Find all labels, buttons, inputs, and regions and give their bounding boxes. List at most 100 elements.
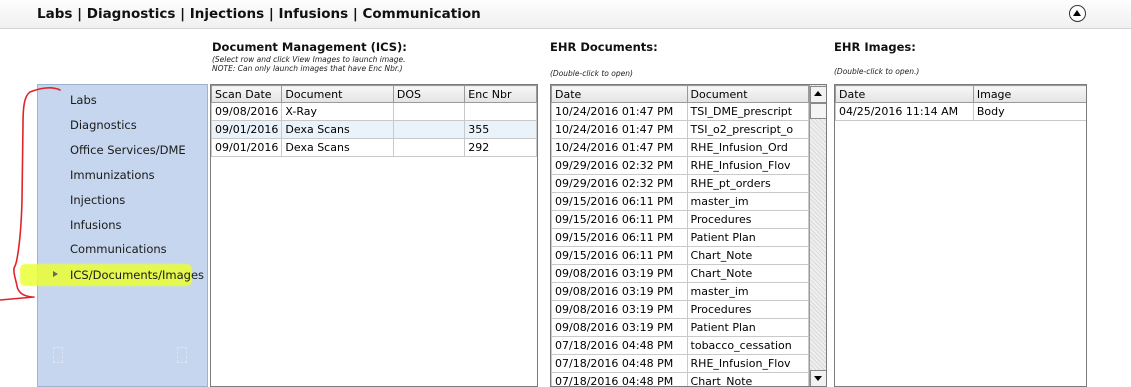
cell-enc-nbr <box>464 102 537 121</box>
table-row[interactable]: 09/15/2016 06:11 PM master_im <box>551 192 810 211</box>
cell-document: Patient Plan <box>686 318 810 337</box>
table-row[interactable]: 09/01/2016 Dexa Scans 292 <box>211 138 537 157</box>
cell-document: master_im <box>686 282 810 301</box>
cell-date: 07/18/2016 04:48 PM <box>551 372 688 386</box>
column-header-dos[interactable]: DOS <box>392 85 466 103</box>
column-header-date[interactable]: Date <box>551 85 688 103</box>
cell-document: tobacco_cessation <box>686 336 810 355</box>
arrow-down-icon <box>814 376 822 381</box>
cell-date: 09/15/2016 06:11 PM <box>551 228 688 247</box>
cell-dos <box>392 102 466 121</box>
table-row[interactable]: 07/18/2016 04:48 PM tobacco_cessation <box>551 336 810 355</box>
cell-date: 10/24/2016 01:47 PM <box>551 138 688 157</box>
cell-document: RHE_Infusion_Flov <box>686 156 810 175</box>
column-header-date[interactable]: Date <box>835 85 974 103</box>
ehr-images-grid: Date Image 04/25/2016 11:14 AM Body <box>834 84 1087 387</box>
cell-image: Body <box>972 102 1086 121</box>
cell-date: 09/08/2016 03:19 PM <box>551 282 688 301</box>
column-header-document[interactable]: Document <box>686 85 810 103</box>
cell-date: 09/15/2016 06:11 PM <box>551 210 688 229</box>
cell-date: 04/25/2016 11:14 AM <box>835 102 974 121</box>
ics-note-line2: NOTE: Can only launch images that have E… <box>212 64 403 73</box>
collapse-button[interactable] <box>1069 5 1086 22</box>
cell-enc-nbr: 292 <box>464 138 537 157</box>
cell-scan-date: 09/01/2016 <box>211 120 283 139</box>
cell-document: RHE_pt_orders <box>686 174 810 193</box>
table-row[interactable]: 09/08/2016 X-Ray <box>211 102 537 121</box>
cell-date: 09/08/2016 03:19 PM <box>551 300 688 319</box>
scroll-up-button[interactable] <box>810 86 826 103</box>
cell-document: Procedures <box>686 300 810 319</box>
cell-document: Procedures <box>686 210 810 229</box>
table-row[interactable]: 09/29/2016 02:32 PM RHE_pt_orders <box>551 174 810 193</box>
cell-document: Dexa Scans <box>281 138 394 157</box>
cell-document: Chart_Note <box>686 372 810 386</box>
cell-document: X-Ray <box>281 102 394 121</box>
header-bar: Labs | Diagnostics | Injections | Infusi… <box>0 0 1131 29</box>
cell-scan-date: 09/01/2016 <box>211 138 283 157</box>
cell-document: master_im <box>686 192 810 211</box>
cell-date: 09/29/2016 02:32 PM <box>551 174 688 193</box>
cell-scan-date: 09/08/2016 <box>211 102 283 121</box>
table-row[interactable]: 09/08/2016 03:19 PM master_im <box>551 282 810 301</box>
table-row[interactable]: 07/18/2016 04:48 PM Chart_Note <box>551 372 810 386</box>
table-row[interactable]: 09/15/2016 06:11 PM Patient Plan <box>551 228 810 247</box>
cell-document: Chart_Note <box>686 246 810 265</box>
ics-document-grid: Scan Date Document DOS Enc Nbr 09/08/201… <box>210 84 538 387</box>
ehr-documents-grid: Date Document 10/24/2016 01:47 PM TSI_DME… <box>550 84 827 387</box>
ehr-images-title: EHR Images: <box>834 40 916 54</box>
cell-date: 10/24/2016 01:47 PM <box>551 120 688 139</box>
table-row[interactable]: 09/01/2016 Dexa Scans 355 <box>211 120 537 139</box>
cell-enc-nbr: 355 <box>464 120 537 139</box>
column-header-document[interactable]: Document <box>281 85 394 103</box>
column-header-enc-nbr[interactable]: Enc Nbr <box>464 85 537 103</box>
cell-date: 09/15/2016 06:11 PM <box>551 192 688 211</box>
cell-date: 07/18/2016 04:48 PM <box>551 354 688 373</box>
table-row[interactable]: 10/24/2016 01:47 PM TSI_DME_prescript <box>551 102 810 121</box>
cell-document: Chart_Note <box>686 264 810 283</box>
table-row[interactable]: 10/24/2016 01:47 PM RHE_Infusion_Ord <box>551 138 810 157</box>
ehr-documents-note: (Double-click to open) <box>550 69 633 78</box>
cell-document: Dexa Scans <box>281 120 394 139</box>
sidebar-item-communications[interactable]: Communications <box>70 241 167 257</box>
scroll-down-button[interactable] <box>810 370 826 386</box>
table-row[interactable]: 09/08/2016 03:19 PM Chart_Note <box>551 264 810 283</box>
column-header-image[interactable]: Image <box>972 85 1086 103</box>
table-row[interactable]: 09/08/2016 03:19 PM Procedures <box>551 300 810 319</box>
column-header-scan-date[interactable]: Scan Date <box>211 85 283 103</box>
cell-dos <box>392 120 466 139</box>
sidebar-item-diagnostics[interactable]: Diagnostics <box>70 117 137 133</box>
cell-document: TSI_DME_prescript <box>686 102 810 121</box>
cell-date: 09/29/2016 02:32 PM <box>551 156 688 175</box>
cell-date: 09/08/2016 03:19 PM <box>551 318 688 337</box>
cell-dos <box>392 138 466 157</box>
table-row[interactable]: 09/15/2016 06:11 PM Procedures <box>551 210 810 229</box>
cell-document: TSI_o2_prescript_o <box>686 120 810 139</box>
ics-section-title: Document Management (ICS): <box>212 40 407 54</box>
red-annotation-bracket <box>0 87 61 301</box>
cell-date: 09/15/2016 06:11 PM <box>551 246 688 265</box>
table-row[interactable]: 09/29/2016 02:32 PM RHE_Infusion_Flov <box>551 156 810 175</box>
ehr-images-note: (Double-click to open.) <box>834 67 920 76</box>
sidebar-item-immunizations[interactable]: Immunizations <box>70 167 155 183</box>
scroll-thumb[interactable] <box>810 103 826 119</box>
table-row[interactable]: 09/08/2016 03:19 PM Patient Plan <box>551 318 810 337</box>
cell-date: 09/08/2016 03:19 PM <box>551 264 688 283</box>
arrow-up-icon <box>814 91 822 96</box>
table-row[interactable]: 10/24/2016 01:47 PM TSI_o2_prescript_o <box>551 120 810 139</box>
sidebar-item-ics-documents-images[interactable]: ICS/Documents/Images <box>70 267 204 283</box>
cell-document: RHE_Infusion_Ord <box>686 138 810 157</box>
table-row[interactable]: 07/18/2016 04:48 PM RHE_Infusion_Flov <box>551 354 810 373</box>
cell-document: Patient Plan <box>686 228 810 247</box>
ehr-documents-title: EHR Documents: <box>550 40 658 54</box>
chevron-up-icon <box>1073 10 1081 16</box>
ghost-icon-right <box>177 347 187 363</box>
sidebar-item-office-services[interactable]: Office Services/DME <box>70 142 186 158</box>
cell-date: 07/18/2016 04:48 PM <box>551 336 688 355</box>
cell-date: 10/24/2016 01:47 PM <box>551 102 688 121</box>
ghost-icon-left <box>53 347 63 363</box>
table-row[interactable]: 09/15/2016 06:11 PM Chart_Note <box>551 246 810 265</box>
table-row[interactable]: 04/25/2016 11:14 AM Body <box>835 102 1086 121</box>
vertical-scrollbar[interactable] <box>809 85 826 386</box>
ics-note-line1: (Select row and click View Images to lau… <box>212 55 406 64</box>
